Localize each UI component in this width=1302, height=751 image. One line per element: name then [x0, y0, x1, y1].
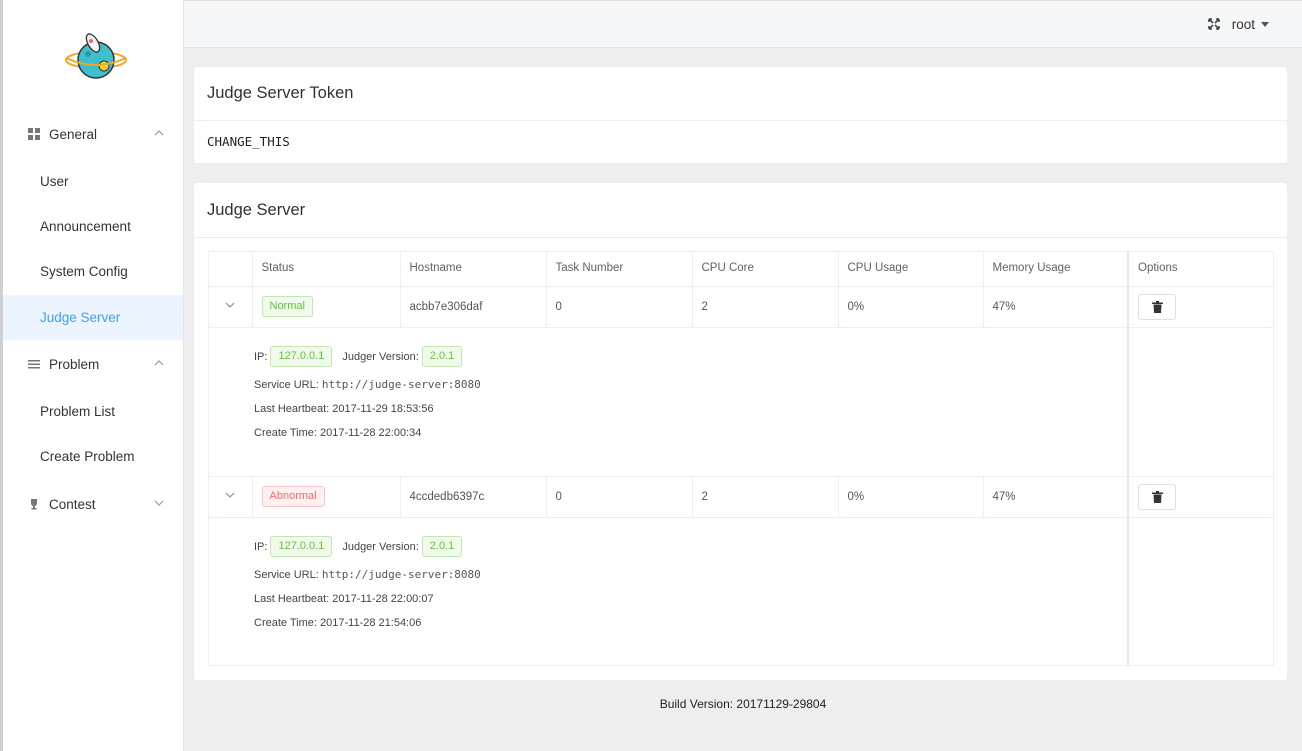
fullscreen-icon[interactable] — [1208, 18, 1220, 30]
sidebar-item-judge-server[interactable]: Judge Server — [3, 295, 183, 340]
table-row: Normal acbb7e306daf 0 2 0% 47% — [208, 286, 1274, 328]
token-card-title: Judge Server Token — [194, 67, 1287, 121]
judge-server-card-title: Judge Server — [194, 183, 1287, 238]
user-name: root — [1231, 17, 1255, 32]
col-hostname: Hostname — [399, 251, 546, 287]
sidebar: General User Announcement System Config … — [0, 0, 184, 751]
col-status: Status — [251, 251, 400, 287]
cpu-usage-cell: 0% — [837, 476, 983, 518]
version-label: Judger Version: — [342, 350, 419, 363]
chevron-down-icon — [154, 500, 164, 506]
col-cpu-usage: CPU Usage — [837, 251, 983, 287]
ip-label: IP: — [254, 540, 268, 553]
chevron-up-icon — [154, 130, 164, 136]
chevron-down-icon — [225, 492, 235, 498]
menu-group-label: Problem — [49, 356, 100, 372]
ip-line: IP: 127.0.0.1 Judger Version: 2.0.1 — [254, 345, 1081, 369]
task-number-cell: 0 — [545, 476, 692, 518]
version-badge: 2.0.1 — [421, 536, 463, 557]
ip-label: IP: — [254, 350, 268, 363]
token-value: CHANGE_THIS — [207, 134, 290, 149]
hostname-cell: 4ccdedb6397c — [399, 476, 546, 518]
trash-icon — [1151, 490, 1163, 503]
menu-group-general[interactable]: General — [3, 114, 183, 154]
expand-toggle[interactable] — [208, 286, 252, 328]
sidebar-item-user[interactable]: User — [3, 159, 183, 204]
status-badge: Abnormal — [261, 486, 325, 507]
user-menu[interactable]: root — [1232, 17, 1269, 32]
sidebar-item-system-config[interactable]: System Config — [3, 249, 183, 294]
cpu-core-cell: 2 — [691, 286, 838, 328]
expand-toggle[interactable] — [208, 476, 252, 518]
list-icon — [27, 357, 41, 371]
trash-icon — [1151, 300, 1163, 313]
token-card: Judge Server Token CHANGE_THIS — [193, 66, 1288, 164]
col-options: Options — [1127, 251, 1274, 287]
cpu-core-cell: 2 — [691, 476, 838, 518]
version-label: Judger Version: — [342, 540, 419, 553]
options-cell — [1127, 476, 1274, 518]
trophy-icon — [27, 497, 41, 511]
status-cell: Abnormal — [251, 476, 400, 518]
create-time-line: Create Time: 2017-11-28 21:54:06 — [254, 616, 422, 629]
service-url: http://judge-server:8080 — [321, 378, 481, 391]
service-url-line: Service URL: http://judge-server:8080 — [254, 373, 1081, 397]
menu-group-contest[interactable]: Contest — [3, 484, 183, 524]
col-cpu-core: CPU Core — [691, 251, 838, 287]
sidebar-item-create-problem[interactable]: Create Problem — [3, 434, 183, 479]
expand-header — [208, 251, 252, 287]
version-badge: 2.0.1 — [421, 346, 463, 367]
memory-usage-cell: 47% — [982, 286, 1128, 328]
detail-cell: IP: 127.0.0.1 Judger Version: 2.0.1 Serv… — [208, 517, 1128, 666]
detail-cell: IP: 127.0.0.1 Judger Version: 2.0.1 Serv… — [208, 327, 1128, 477]
sidebar-item-announcement[interactable]: Announcement — [3, 204, 183, 249]
service-url-line: Service URL: http://judge-server:8080 — [254, 563, 1081, 587]
rocket-planet-logo — [65, 33, 127, 79]
chevron-up-icon — [154, 360, 164, 366]
task-number-cell: 0 — [545, 286, 692, 328]
top-bar: root — [184, 0, 1302, 48]
status-badge: Normal — [261, 296, 313, 317]
cpu-usage-cell: 0% — [837, 286, 983, 328]
memory-usage-cell: 47% — [982, 476, 1128, 518]
delete-button[interactable] — [1138, 483, 1176, 510]
ip-badge: 127.0.0.1 — [270, 536, 333, 557]
build-version: Build Version: 20171129-29804 — [659, 697, 827, 711]
col-task-number: Task Number — [545, 251, 692, 287]
chevron-down-icon — [225, 302, 235, 308]
options-cell — [1127, 286, 1274, 328]
detail-options-cell — [1127, 327, 1274, 477]
grid-icon — [27, 127, 41, 141]
service-url-label: Service URL: — [254, 568, 319, 581]
judge-server-table: Status Hostname Task Number CPU Core CPU… — [208, 251, 1274, 666]
service-url: http://judge-server:8080 — [321, 568, 481, 581]
table-header-row: Status Hostname Task Number CPU Core CPU… — [208, 251, 1274, 287]
create-time-line: Create Time: 2017-11-28 22:00:34 — [254, 426, 422, 439]
hostname-cell: acbb7e306daf — [399, 286, 546, 328]
sidebar-item-problem-list[interactable]: Problem List — [3, 389, 183, 434]
menu-group-problem[interactable]: Problem — [3, 344, 183, 384]
col-memory-usage: Memory Usage — [982, 251, 1128, 287]
delete-button[interactable] — [1138, 293, 1176, 320]
detail-options-cell — [1127, 517, 1274, 666]
table-row: Abnormal 4ccdedb6397c 0 2 0% 47% — [208, 476, 1274, 518]
service-url-label: Service URL: — [254, 378, 319, 391]
ip-badge: 127.0.0.1 — [270, 346, 333, 367]
row-detail: IP: 127.0.0.1 Judger Version: 2.0.1 Serv… — [208, 517, 1274, 666]
heartbeat-line: Last Heartbeat: 2017-11-28 22:00:07 — [254, 592, 434, 605]
judge-server-card: Judge Server Status Hostname Task Number… — [193, 182, 1288, 681]
caret-down-icon — [1261, 22, 1269, 27]
ip-line: IP: 127.0.0.1 Judger Version: 2.0.1 — [254, 535, 1081, 559]
menu-group-label: Contest — [49, 496, 96, 512]
heartbeat-line: Last Heartbeat: 2017-11-29 18:53:56 — [254, 402, 434, 415]
status-cell: Normal — [251, 286, 400, 328]
row-detail: IP: 127.0.0.1 Judger Version: 2.0.1 Serv… — [208, 327, 1274, 477]
menu-group-label: General — [49, 126, 98, 142]
